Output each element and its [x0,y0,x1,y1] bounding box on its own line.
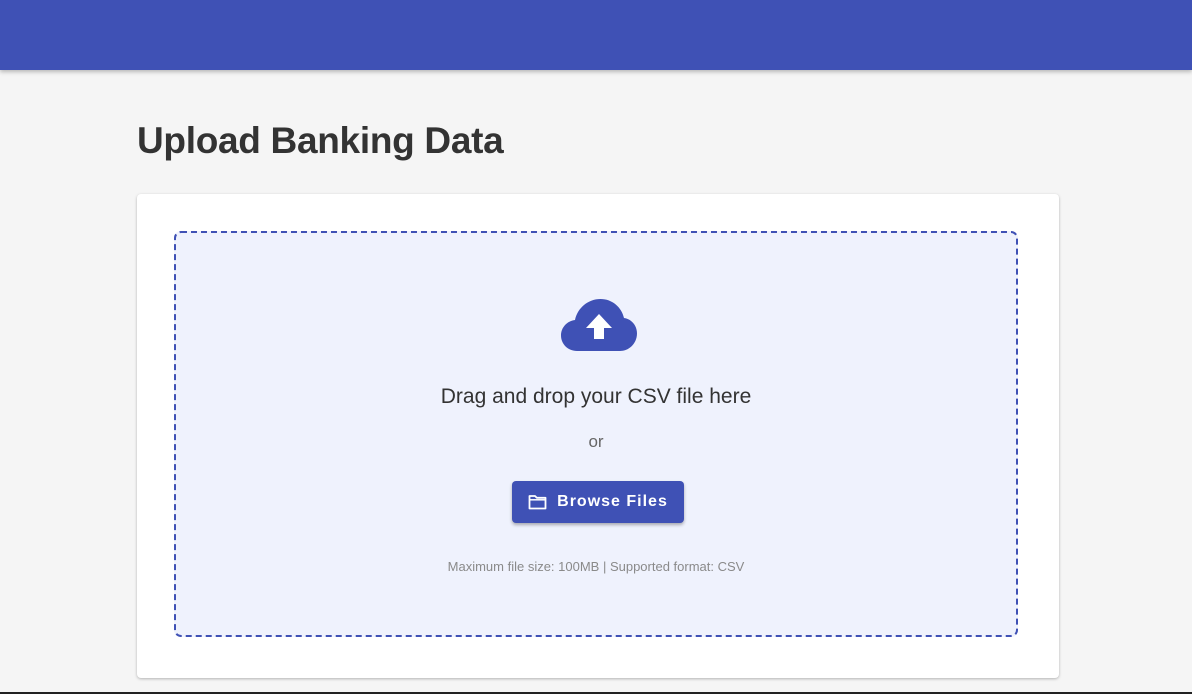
app-bar [0,0,1192,70]
upload-hint: Maximum file size: 100MB | Supported for… [447,559,745,574]
dropzone-prompt: Drag and drop your CSV file here [440,385,752,408]
page-title: Upload Banking Data [137,120,504,161]
browse-files-button[interactable]: Browse Files [512,481,684,523]
upload-card: Drag and drop your CSV file here or Brow… [137,194,1059,678]
file-dropzone[interactable]: Drag and drop your CSV file here or Brow… [174,231,1018,637]
browse-files-label: Browse Files [557,493,668,510]
cloud-upload-icon [561,299,637,351]
dropzone-separator: or [588,432,604,451]
folder-icon [528,495,547,510]
